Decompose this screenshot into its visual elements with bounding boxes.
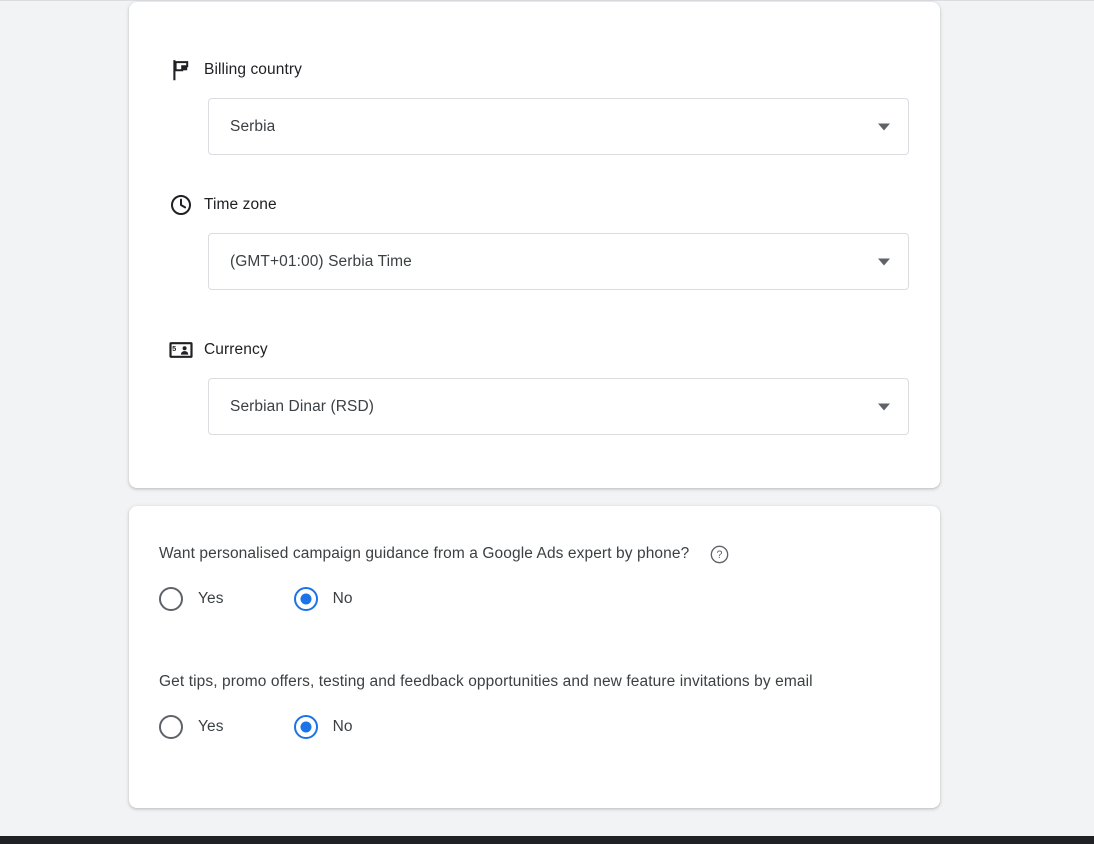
field-currency: 5 Currency Serbian Dinar (RSD) (169, 338, 909, 435)
radio-option-no[interactable]: No (293, 587, 353, 611)
clock-icon (171, 195, 191, 215)
flag-icon (173, 60, 189, 81)
help-circle-icon[interactable]: ? (710, 545, 729, 564)
field-billing-country: Billing country Serbia (169, 58, 909, 155)
field-label-text: Billing country (204, 61, 302, 78)
radio-label: No (332, 590, 353, 607)
question-text: Get tips, promo offers, testing and feed… (159, 673, 813, 690)
field-label-row: Billing country (169, 58, 909, 82)
radio-label: No (332, 718, 353, 735)
currency-select[interactable]: Serbian Dinar (RSD) (208, 378, 909, 435)
question-row: Get tips, promo offers, testing and feed… (159, 669, 919, 694)
question-text: Want personalised campaign guidance from… (159, 545, 690, 562)
banknote-icon: 5 (169, 342, 193, 358)
currency-value: Serbian Dinar (RSD) (230, 397, 375, 415)
page-root: Billing country Serbia Time zone (GMT+01… (0, 0, 1094, 844)
radio-circle-selected-icon[interactable] (293, 587, 318, 611)
radio-option-yes[interactable]: Yes (159, 587, 224, 611)
preferences-card: Want personalised campaign guidance from… (129, 506, 940, 808)
time-zone-value: (GMT+01:00) Serbia Time (230, 252, 412, 270)
radio-option-yes[interactable]: Yes (159, 715, 224, 739)
svg-text:5: 5 (172, 344, 176, 353)
field-time-zone: Time zone (GMT+01:00) Serbia Time (169, 193, 909, 290)
top-divider (0, 0, 1094, 1)
field-label-text: Currency (204, 341, 268, 358)
chevron-down-icon[interactable] (878, 258, 890, 265)
radio-label: Yes (198, 718, 224, 735)
field-label-row: 5 Currency (169, 338, 909, 362)
chevron-down-icon[interactable] (878, 123, 890, 130)
time-zone-select[interactable]: (GMT+01:00) Serbia Time (208, 233, 909, 290)
question-expert-guidance: Want personalised campaign guidance from… (159, 541, 919, 611)
question-email-tips: Get tips, promo offers, testing and feed… (159, 669, 919, 739)
radio-circle-icon[interactable] (159, 715, 183, 739)
radio-group-email-tips: Yes No (159, 715, 919, 739)
radio-option-no[interactable]: No (293, 715, 353, 739)
billing-country-select[interactable]: Serbia (208, 98, 909, 155)
svg-text:?: ? (717, 549, 723, 561)
radio-circle-selected-icon[interactable] (293, 715, 318, 739)
billing-country-value: Serbia (230, 117, 276, 135)
field-label-row: Time zone (169, 193, 909, 217)
radio-label: Yes (198, 590, 224, 607)
locale-settings-card: Billing country Serbia Time zone (GMT+01… (129, 2, 940, 488)
radio-circle-icon[interactable] (159, 587, 183, 611)
chevron-down-icon[interactable] (878, 403, 890, 410)
field-label-text: Time zone (204, 196, 277, 213)
question-row: Want personalised campaign guidance from… (159, 541, 919, 566)
bottom-bar (0, 836, 1094, 844)
radio-group-expert-guidance: Yes No (159, 587, 919, 611)
